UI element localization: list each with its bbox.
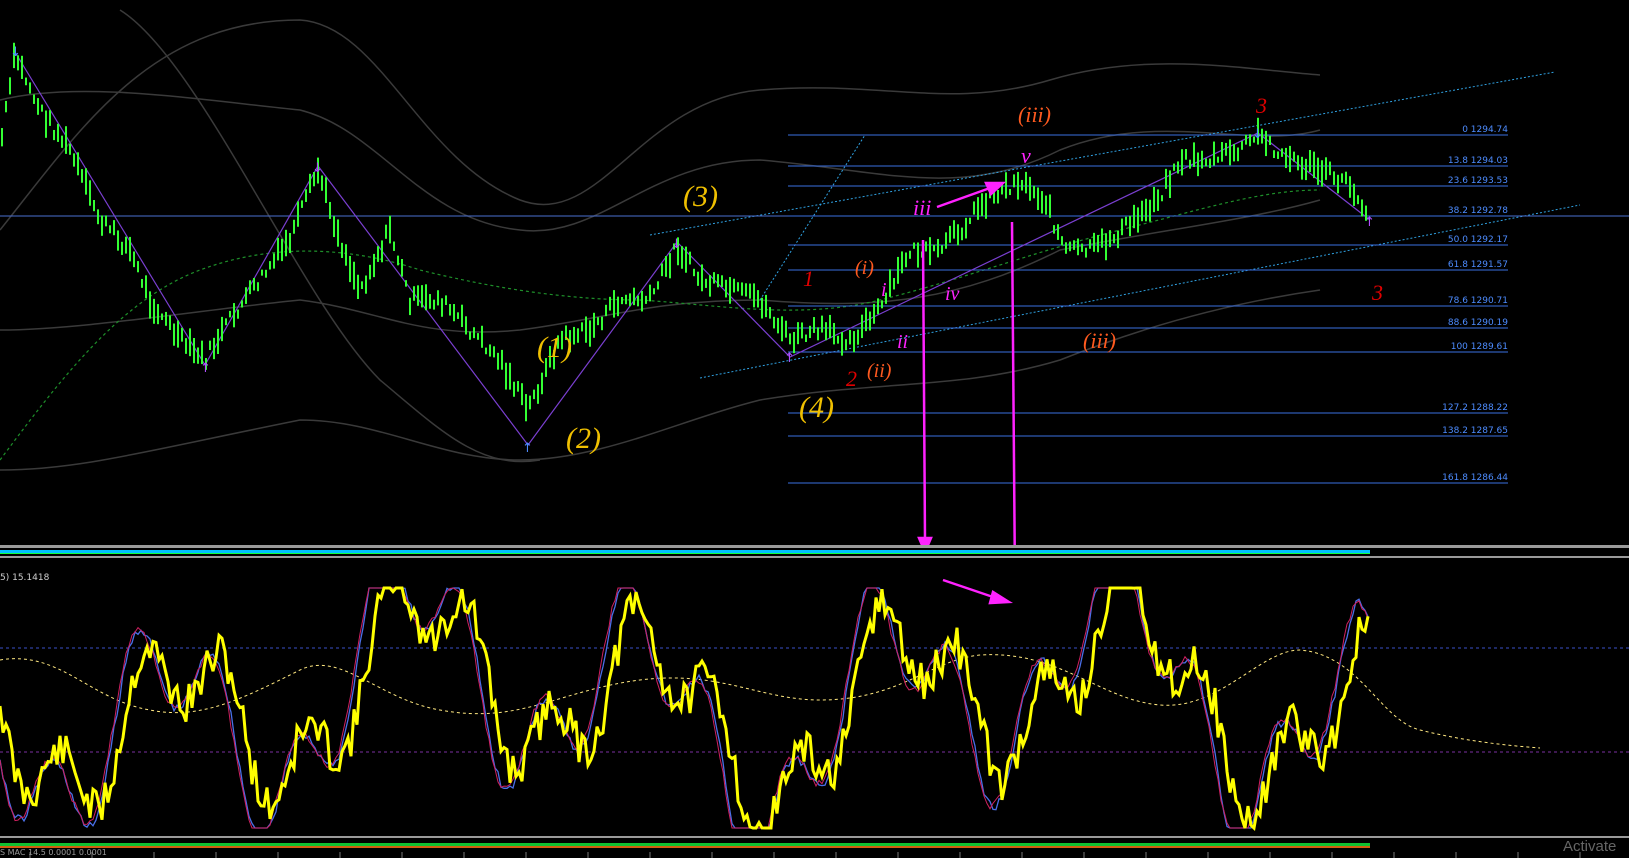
time-axis-ticks bbox=[29, 852, 1581, 858]
activate-watermark: Activate bbox=[1563, 838, 1617, 855]
bottom-indicator-panel[interactable]: S MAC 14.5 0.0001 0.0001 bbox=[0, 0, 1629, 858]
histogram-strip-accent bbox=[0, 846, 1370, 848]
bottom-indicator-label: S MAC 14.5 0.0001 0.0001 bbox=[0, 848, 107, 857]
